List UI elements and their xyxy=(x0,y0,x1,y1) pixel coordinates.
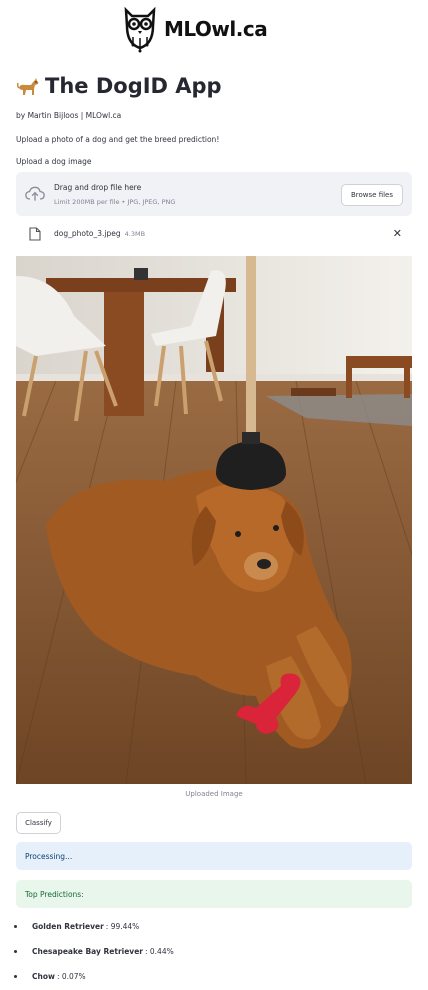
cloud-upload-icon xyxy=(25,186,45,201)
dog-emoji-icon xyxy=(16,78,39,95)
owl-logo-icon xyxy=(124,6,156,53)
file-size: 4.3MB xyxy=(124,230,146,238)
prediction-breed: Chow xyxy=(32,972,55,981)
processing-alert: Processing... xyxy=(16,842,412,870)
prediction-item: Chow: 0.07% xyxy=(14,972,86,981)
prediction-percent: 0.44% xyxy=(149,947,174,956)
byline: by Martin Bijloos | MLOwl.ca xyxy=(16,111,122,120)
logo: MLOwl.ca xyxy=(120,4,280,54)
bullet-icon xyxy=(14,925,17,928)
classify-button[interactable]: Classify xyxy=(16,812,61,834)
dropzone-limit: Limit 200MB per file • JPG, JPEG, PNG xyxy=(54,198,176,206)
dropzone-title: Drag and drop file here xyxy=(54,183,142,192)
prediction-percent: 0.07% xyxy=(61,972,86,981)
top-predictions-alert: Top Predictions: xyxy=(16,880,412,908)
uploaded-file-row: dog_photo_3.jpeg 4.3MB ✕ xyxy=(16,223,412,245)
logo-text: MLOwl.ca xyxy=(164,17,268,41)
intro-text: Upload a photo of a dog and get the bree… xyxy=(16,135,220,144)
title-text: The DogID App xyxy=(45,74,222,98)
remove-file-icon[interactable]: ✕ xyxy=(393,227,402,240)
prediction-breed: Chesapeake Bay Retriever xyxy=(32,947,143,956)
prediction-breed: Golden Retriever xyxy=(32,922,104,931)
bullet-icon xyxy=(14,975,17,978)
file-name-text: dog_photo_3.jpeg xyxy=(54,229,121,238)
uploaded-image xyxy=(16,256,412,784)
file-dropzone[interactable]: Drag and drop file here Limit 200MB per … xyxy=(16,172,412,216)
bullet-icon xyxy=(14,950,17,953)
prediction-percent: 99.44% xyxy=(110,922,140,931)
file-name: dog_photo_3.jpeg 4.3MB xyxy=(54,229,145,238)
image-caption: Uploaded Image xyxy=(185,790,243,798)
file-icon xyxy=(29,227,41,241)
prediction-item: Golden Retriever: 99.44% xyxy=(14,922,139,931)
browse-files-button[interactable]: Browse files xyxy=(341,184,403,206)
page-title: The DogID App xyxy=(16,74,222,98)
prediction-item: Chesapeake Bay Retriever: 0.44% xyxy=(14,947,174,956)
uploader-label: Upload a dog image xyxy=(16,157,92,166)
